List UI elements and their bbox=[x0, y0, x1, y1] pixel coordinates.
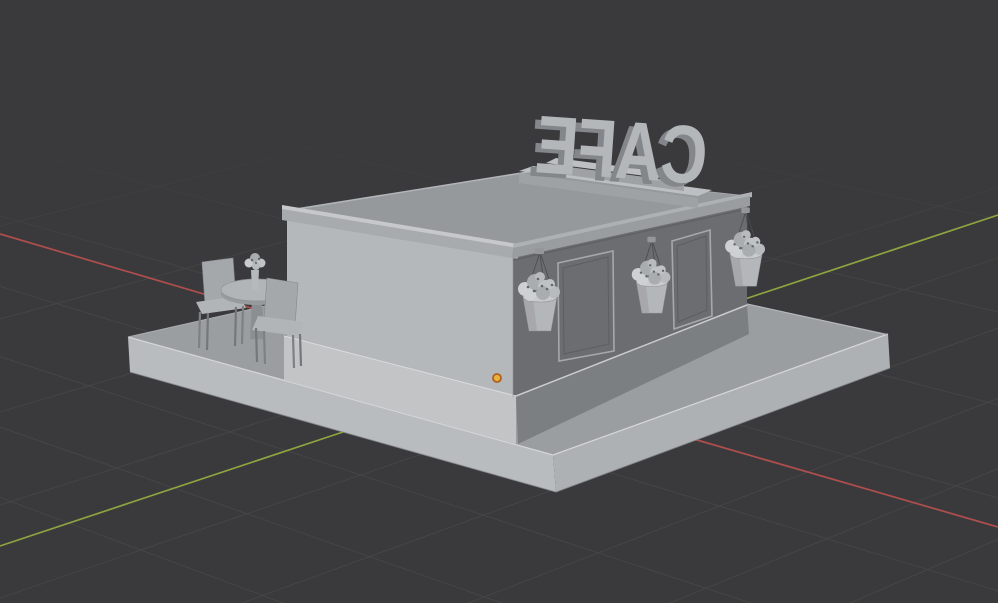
cafe-sign-model[interactable]: CAFE CAFE bbox=[519, 97, 712, 208]
3d-viewport[interactable]: CAFE CAFE bbox=[0, 0, 998, 603]
sign-letters[interactable]: CAFE CAFE bbox=[527, 97, 710, 206]
sign-text-face: CAFE bbox=[533, 98, 710, 202]
viewport-canvas[interactable]: CAFE CAFE bbox=[0, 0, 998, 603]
object-origin-icon[interactable] bbox=[492, 373, 502, 383]
